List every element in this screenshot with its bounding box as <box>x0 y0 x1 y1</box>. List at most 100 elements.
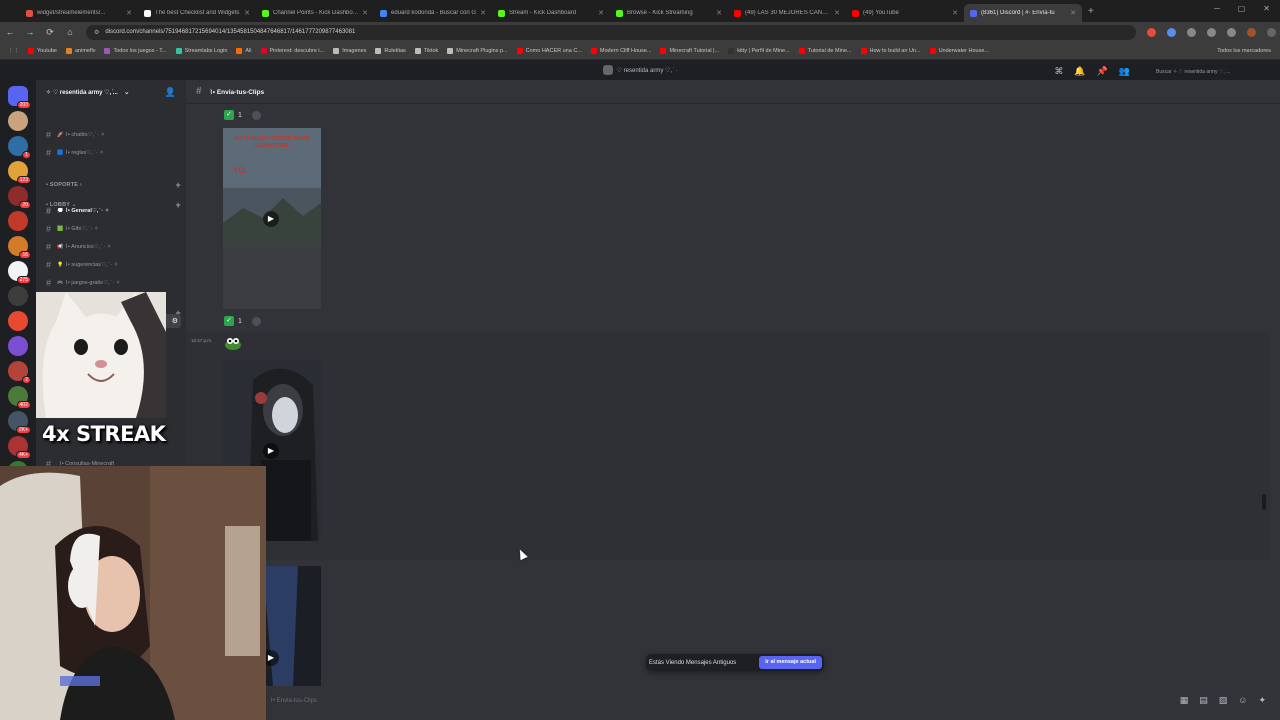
direct-messages-icon[interactable]: 203 <box>8 86 31 109</box>
close-tab-icon[interactable]: ✕ <box>244 9 250 17</box>
close-tab-icon[interactable]: ✕ <box>834 9 840 17</box>
bookmark-item[interactable]: Como HACER una C... <box>516 47 582 54</box>
server-icon[interactable]: 402 <box>8 386 31 409</box>
add-reaction-icon[interactable] <box>251 110 261 120</box>
close-tab-icon[interactable]: ✕ <box>716 9 722 17</box>
channel-item[interactable]: # 📢 ⌇• Anuncios♡, ̇ · ✧ <box>46 240 181 254</box>
forward-icon[interactable]: → <box>20 27 40 37</box>
channel-item[interactable]: # 🎮 ⌇• juegos-gratis♡, ̇ · ✧ <box>46 276 181 290</box>
browser-tab[interactable]: widget/streamelements/... ✕ <box>20 4 138 22</box>
channel-category[interactable]: • SOPORTE › + <box>46 180 181 190</box>
server-icon[interactable]: 2K+ <box>8 411 31 434</box>
bookmark-item[interactable]: Youtube <box>28 47 57 54</box>
invite-people-icon[interactable]: 👤 <box>165 87 176 98</box>
new-tab-icon[interactable]: + <box>1088 4 1094 22</box>
server-icon[interactable] <box>8 111 28 131</box>
member-list-icon[interactable]: 👥 <box>1119 66 1130 77</box>
channel-settings-icon[interactable]: ⚙ <box>172 317 178 325</box>
bookmark-item[interactable]: kitty | Perfil de Mine... <box>728 47 790 54</box>
server-icon[interactable] <box>8 336 28 356</box>
close-tab-icon[interactable]: ✕ <box>1070 9 1076 17</box>
server-icon[interactable] <box>8 311 28 331</box>
notification-bell-icon[interactable]: 🔔 <box>1074 66 1085 77</box>
opera-extension-icon[interactable] <box>1147 27 1156 37</box>
audio-extension-icon[interactable] <box>1167 27 1176 37</box>
browser-tab[interactable]: Browse - Kick Streaming ✕ <box>610 4 728 22</box>
bookmark-item[interactable]: Streamlabs Login <box>175 47 227 54</box>
browser-tab[interactable]: (49) LAS 30 MEJORES CANCIO ✕ <box>728 4 846 22</box>
close-tab-icon[interactable]: ✕ <box>362 9 368 17</box>
reload-icon[interactable]: ⟳ <box>40 27 60 38</box>
server-icon[interactable] <box>8 211 28 231</box>
close-window-icon[interactable]: ✕ <box>1263 4 1270 13</box>
message-input[interactable]: ⌇• Envia-tus-Clips <box>266 692 1270 710</box>
server-icon[interactable]: 123 <box>8 161 31 184</box>
extension-icon[interactable] <box>1187 27 1196 37</box>
download-icon[interactable] <box>1227 27 1236 37</box>
apps-grid-icon[interactable]: ⋮⋮ <box>8 48 19 54</box>
bookmark-item[interactable]: Pinterest: descubre i... <box>260 47 324 54</box>
reaction-count: 1 <box>238 317 242 325</box>
profile-avatar[interactable] <box>1247 27 1256 37</box>
bookmark-item[interactable]: Imagenes <box>333 47 366 54</box>
video-attachment[interactable]: NO TE PUEDO CONTAR TANTO ELISON ZONE YO:… <box>223 128 321 309</box>
bookmark-item[interactable]: How to build an Un... <box>860 47 921 54</box>
channel-item[interactable]: # 💭 ⌇• General♡, ̇ · ✧ <box>46 204 181 218</box>
play-icon[interactable]: ▶ <box>263 443 279 459</box>
channel-item[interactable]: # 🚀 ⌇• chatito♡, ̇ · ✧ <box>46 128 181 142</box>
server-icon[interactable]: 20 <box>8 186 31 209</box>
search-input[interactable]: Buscar ✧ ♡ resentida army ♡, ̇... <box>1150 65 1270 79</box>
check-reaction-icon[interactable]: ✓ <box>224 316 234 326</box>
browser-tab[interactable]: Channel Points - Kick Dashboard ✕ <box>256 4 374 22</box>
bookmark-item[interactable]: Minecraft Tutorial |... <box>660 47 719 54</box>
tab-label: (8361) Discord | #· Envía-tu <box>981 10 1055 16</box>
browser-tab[interactable]: (49) YouTube ✕ <box>846 4 964 22</box>
back-icon[interactable]: ← <box>0 27 20 37</box>
pin-icon[interactable]: 📌 <box>1097 66 1108 77</box>
bookmark-item[interactable]: Ali <box>236 47 252 54</box>
bookmark-item[interactable]: Ruletitas <box>375 47 406 54</box>
menu-icon[interactable] <box>1267 27 1276 37</box>
server-icon[interactable]: 4K+ <box>8 436 31 459</box>
browser-tab[interactable]: eduard kodonda - Buscar con G ✕ <box>374 4 492 22</box>
bookmark-item[interactable]: Modern Cliff House... <box>590 47 651 54</box>
channel-item[interactable]: # 🟩 ⌇• Gifs♡, ̇ · ✧ <box>46 222 181 236</box>
create-channel-icon[interactable]: + <box>176 180 181 190</box>
puzzle-icon[interactable] <box>1207 27 1216 37</box>
bookmark-item[interactable]: Tutorial de Mine... <box>798 47 852 54</box>
play-icon[interactable]: ▶ <box>263 211 279 227</box>
check-reaction-icon[interactable]: ✓ <box>224 110 234 120</box>
add-reaction-icon[interactable] <box>251 316 261 326</box>
channel-item[interactable]: # 💡 ⌇• sugerencias♡, ̇ · ✧ <box>46 258 181 272</box>
server-icon[interactable]: 1 <box>8 136 31 159</box>
server-icon[interactable]: 16 <box>8 236 31 259</box>
bookmark-item[interactable]: Tiktok <box>414 47 438 54</box>
all-bookmarks[interactable]: Todos los marcadores <box>1217 48 1271 54</box>
server-header[interactable]: ✧ ♡ resentida army ♡, ̇... ⌄ 👤 <box>36 80 186 104</box>
minimize-icon[interactable]: ─ <box>1214 4 1220 13</box>
server-icon[interactable]: 2 <box>8 361 31 384</box>
server-icon[interactable] <box>8 286 28 306</box>
scrollbar[interactable] <box>1262 494 1266 510</box>
channel-item[interactable]: # 🟦 ⌇• reglas♡, ̇ · ✧ <box>46 146 181 160</box>
threads-icon[interactable]: ⌘ <box>1054 66 1063 77</box>
url-field[interactable]: ⚙ discord.com/channels/75194681721569401… <box>86 24 1136 40</box>
browser-tab[interactable]: Stream - Kick Dashboard ✕ <box>492 4 610 22</box>
close-tab-icon[interactable]: ✕ <box>126 9 132 17</box>
browser-tab[interactable]: (8361) Discord | #· Envía-tu ✕ <box>964 4 1082 22</box>
close-tab-icon[interactable]: ✕ <box>952 9 958 17</box>
site-info-icon[interactable]: ⚙ <box>94 29 99 36</box>
browser-tab[interactable]: The best Checklist and Widgets ✕ <box>138 4 256 22</box>
maximize-icon[interactable]: ▢ <box>1238 4 1246 13</box>
close-tab-icon[interactable]: ✕ <box>598 9 604 17</box>
close-tab-icon[interactable]: ✕ <box>480 9 486 17</box>
server-icon[interactable]: 275 <box>8 261 31 284</box>
bookmark-item[interactable]: Todos los juegos - T... <box>104 47 167 54</box>
jump-to-present-button[interactable]: Ir al mensaje actual <box>759 656 822 669</box>
bookmark-item[interactable]: animeflv <box>66 47 95 54</box>
tab-favicon-icon <box>498 9 505 17</box>
home-icon[interactable]: ⌂ <box>60 27 80 37</box>
bookmark-item[interactable]: Minecraft Plugins p... <box>447 47 508 54</box>
bookmark-item[interactable]: Underwater House... <box>929 47 989 54</box>
tab-label: (49) LAS 30 MEJORES CANCIO <box>745 10 832 16</box>
